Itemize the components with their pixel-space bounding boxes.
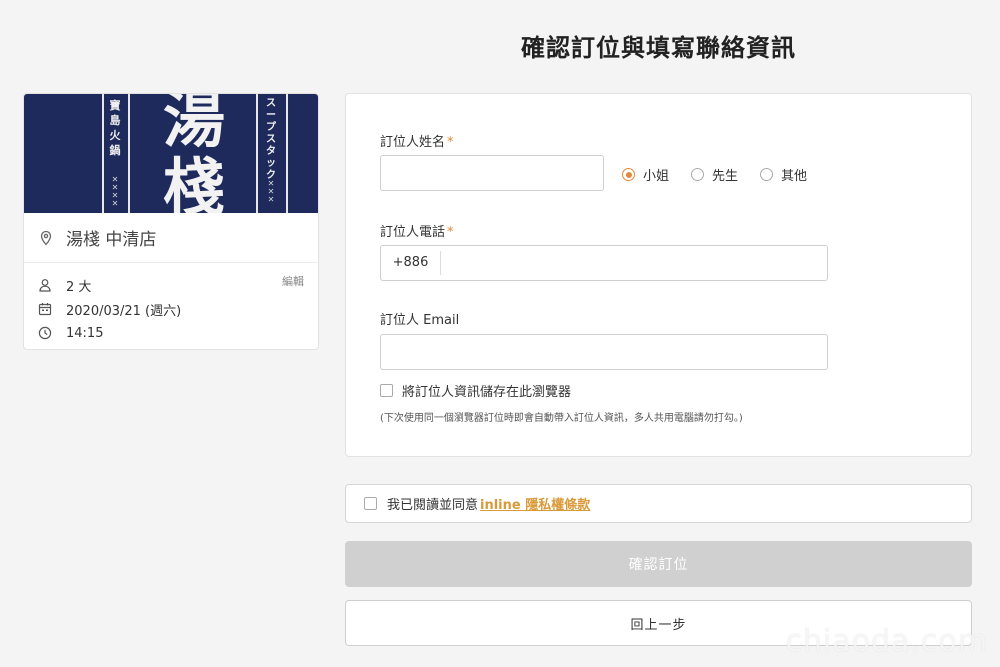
date-row: 2020/03/21 (週六) [38,297,304,321]
person-icon [39,279,51,292]
radio-miss-circle[interactable] [622,168,635,181]
country-code-prefix[interactable]: +886 [381,251,441,275]
banner-right-vertical-text: スープスタック [266,98,276,181]
radio-other-label: 其他 [781,169,808,184]
confirm-booking-button[interactable]: 確認訂位 [345,541,972,587]
restaurant-banner-image: 寶島火鍋 ✕ ✕ ✕ ✕ 湯棧 スープスタック ✕ ✕ ✕ [24,94,318,213]
name-label-text: 訂位人姓名 [380,135,446,150]
banner-stripe [102,94,104,213]
party-size: 2 大 [66,279,92,295]
name-field-label: 訂位人姓名 * [380,131,454,150]
page-title: 確認訂位與填寫聯絡資訊 [521,33,796,62]
email-input[interactable] [380,334,828,370]
contact-form: 訂位人姓名 * 小姐 先生 其他 訂位人電話 * +886 訂位人 Email 將訂… [345,93,972,457]
booking-time: 14:15 [66,325,104,341]
phone-field-label: 訂位人電話 * [380,221,454,240]
privacy-policy-link[interactable]: inline 隱私權條款 [480,494,590,513]
radio-mister-label: 先生 [712,169,739,184]
radio-miss[interactable]: 小姐 [622,165,669,184]
location-pin-icon [40,230,52,245]
banner-pattern: ✕ ✕ ✕ [267,179,275,204]
radio-mister[interactable]: 先生 [691,165,738,184]
edit-link[interactable]: 編輯 [282,273,304,289]
booking-date: 2020/03/21 (週六) [66,303,182,319]
privacy-agreement: 我已閱讀並同意 inline 隱私權條款 [345,484,972,523]
save-info-hint: (下次使用同一個瀏覽器訂位時即會自動帶入訂位人資訊，多人共用電腦請勿打勾。) [380,413,743,424]
privacy-agree-text: 我已閱讀並同意 [387,498,479,513]
banner-stripe [128,94,130,213]
save-info-option[interactable]: 將訂位人資訊儲存在此瀏覽器 [380,381,571,400]
banner-left-vertical-text: 寶島火鍋 [109,99,121,157]
save-info-checkbox[interactable] [380,384,393,397]
restaurant-card: 寶島火鍋 ✕ ✕ ✕ ✕ 湯棧 スープスタック ✕ ✕ ✕ 湯棧 中清店 編輯 2 大 [23,93,319,350]
time-row: 14:15 [38,321,304,345]
banner-stripe [256,94,258,213]
watermark: chiaoda.com [785,624,988,659]
banner-pattern: ✕ ✕ ✕ ✕ [111,175,119,208]
banner-logo-text: 湯棧 [162,94,225,213]
party-size-row: 2 大 [38,273,304,297]
phone-input[interactable] [441,246,827,280]
radio-other[interactable]: 其他 [760,165,807,184]
name-input[interactable] [380,155,604,191]
calendar-icon [38,303,52,316]
radio-mister-circle[interactable] [691,168,705,181]
required-mark: * [447,135,454,150]
store-name: 湯棧 中清店 [66,230,157,250]
phone-label-text: 訂位人電話 [380,225,446,240]
clock-icon [38,326,52,340]
store-row: 湯棧 中清店 [24,213,318,263]
required-mark: * [447,225,454,240]
save-info-label: 將訂位人資訊儲存在此瀏覽器 [402,385,572,400]
banner-stripe [286,94,288,213]
salutation-radio-group: 小姐 先生 其他 [622,165,829,184]
radio-miss-label: 小姐 [643,169,670,184]
booking-details: 編輯 2 大 2020/03/21 (週六) 14:15 [24,263,318,345]
privacy-agree-checkbox[interactable] [364,497,377,510]
radio-other-circle[interactable] [760,168,774,181]
email-field-label: 訂位人 Email [380,313,460,328]
phone-field: +886 [380,245,828,281]
